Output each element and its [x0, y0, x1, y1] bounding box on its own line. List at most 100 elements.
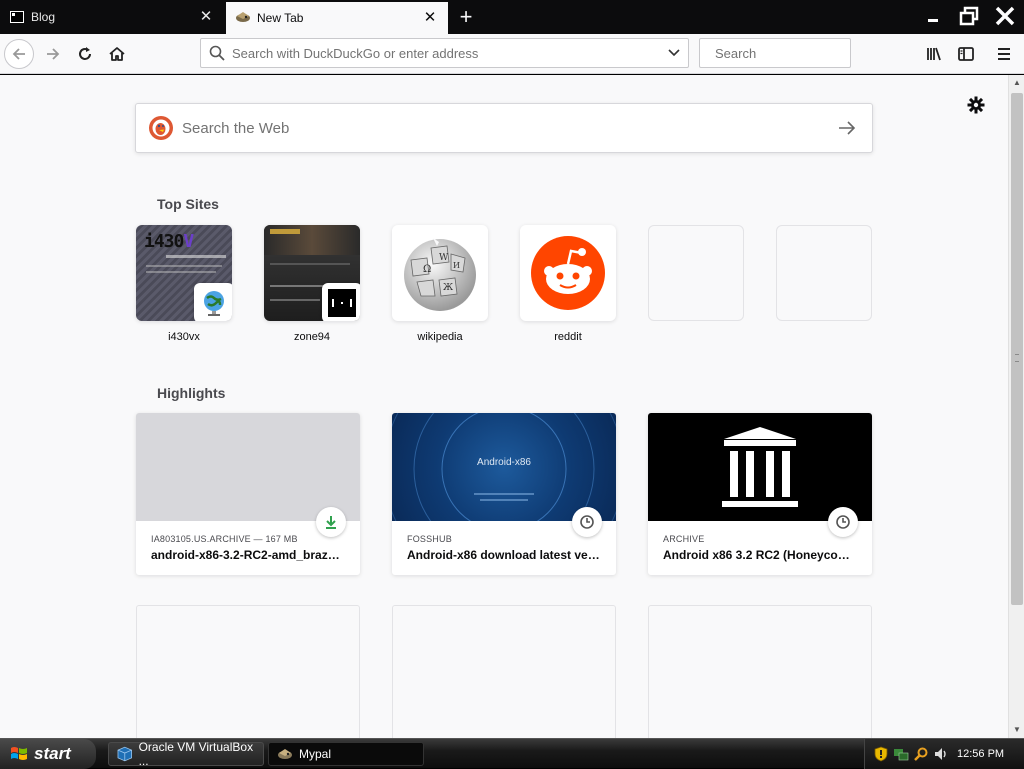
hamburger-menu-icon: [998, 48, 1010, 60]
card-source: IA803105.US.ARCHIVE — 167 MB: [151, 534, 298, 544]
tab-title: New Tab: [257, 11, 304, 25]
library-button[interactable]: [920, 40, 948, 68]
arrow-right-icon: [47, 48, 60, 60]
reload-button[interactable]: [70, 39, 100, 69]
close-window-icon: [995, 6, 1015, 26]
site-thumbnail: i430V: [136, 225, 232, 321]
start-label: start: [34, 744, 71, 763]
preferences-button[interactable]: [966, 95, 986, 115]
taskbar-item-label: Oracle VM VirtualBox ...: [138, 740, 254, 768]
scrollbar-thumb[interactable]: [1011, 93, 1023, 605]
address-input[interactable]: [226, 45, 660, 61]
tab-strip: Blog ✕ New Tab ✕ +: [0, 0, 1024, 34]
minimize-button[interactable]: [916, 2, 950, 30]
top-site-placeholder: [776, 225, 872, 321]
tab-title: Blog: [31, 10, 56, 24]
close-window-button[interactable]: [988, 2, 1022, 30]
top-site-label: reddit: [554, 331, 582, 343]
highlight-placeholder: [648, 605, 872, 738]
sidebar-icon: [958, 47, 974, 61]
clock-icon: [580, 515, 594, 529]
network-icon[interactable]: [893, 746, 909, 762]
navigation-toolbar: [0, 34, 1024, 74]
card-title: android-x86-3.2-RC2-amd_brazos.iso: [151, 548, 347, 562]
visited-badge: [572, 507, 602, 537]
highlight-placeholder: [136, 605, 360, 738]
home-button[interactable]: [102, 39, 132, 69]
internet-archive-icon: [722, 427, 798, 507]
download-icon: [326, 516, 336, 529]
library-icon: [927, 47, 941, 61]
reddit-alien-icon: [531, 236, 605, 310]
globe-icon: [194, 283, 232, 321]
search-bar[interactable]: [699, 38, 891, 68]
mypal-favicon-icon: [236, 12, 250, 22]
virtualbox-icon: [117, 746, 132, 762]
card-title: Android-x86 download latest version: [407, 548, 603, 562]
taskbar-item-virtualbox[interactable]: Oracle VM VirtualBox ...: [108, 740, 264, 768]
start-button[interactable]: start: [0, 739, 96, 769]
card-preview-image: [136, 413, 360, 521]
top-site-tile[interactable]: Ω W И Ж wikipedia: [392, 225, 488, 343]
site-thumbnail: Ω W И Ж: [392, 225, 488, 321]
close-tab-icon[interactable]: ✕: [422, 10, 438, 26]
svg-text:Ж: Ж: [443, 283, 453, 293]
search-icon[interactable]: [913, 746, 929, 762]
card-source: ARCHIVE: [663, 534, 705, 544]
top-site-label: i430vx: [168, 331, 200, 343]
highlight-card[interactable]: Android-x86 FOSSHUB Android-x86 download…: [392, 413, 616, 575]
web-search-box[interactable]: [135, 103, 873, 153]
chevron-down-icon: [668, 49, 680, 57]
gear-icon: [967, 96, 985, 114]
duckduckgo-icon: [149, 116, 173, 140]
download-badge: [316, 507, 346, 537]
taskbar-clock[interactable]: 12:56 PM: [957, 748, 1004, 760]
system-tray: 12:56 PM: [864, 739, 1024, 769]
back-button[interactable]: [4, 39, 34, 69]
card-preview-image: Android-x86: [392, 413, 616, 521]
speaker-icon[interactable]: [933, 746, 949, 762]
vertical-scrollbar[interactable]: ▲ ▼: [1008, 75, 1024, 738]
forward-button[interactable]: [38, 39, 68, 69]
mypal-icon: [278, 749, 292, 759]
address-bar[interactable]: [200, 38, 689, 68]
highlight-card[interactable]: ARCHIVE Android x86 3.2 RC2 (Honeycomb): [648, 413, 872, 575]
close-tab-icon[interactable]: ✕: [198, 9, 214, 25]
empty-tile: [648, 225, 744, 321]
blog-favicon-icon: [10, 11, 24, 23]
highlight-card[interactable]: IA803105.US.ARCHIVE — 167 MB android-x86…: [136, 413, 360, 575]
scroll-up-arrow-icon[interactable]: ▲: [1011, 77, 1023, 89]
reload-icon: [79, 47, 91, 60]
wikipedia-globe-icon: Ω W И Ж: [404, 238, 476, 311]
empty-tile: [776, 225, 872, 321]
card-image-caption: Android-x86: [477, 457, 531, 468]
top-sites-heading: Top Sites: [157, 196, 219, 212]
search-icon: [209, 45, 225, 61]
top-site-placeholder: [648, 225, 744, 321]
top-site-tile[interactable]: i430V i430vx: [136, 225, 232, 343]
taskbar-item-label: Mypal: [299, 747, 332, 761]
scroll-down-arrow-icon[interactable]: ▼: [1011, 724, 1023, 736]
top-site-label: wikipedia: [417, 331, 463, 343]
top-site-tile[interactable]: zone94: [264, 225, 360, 343]
card-title: Android x86 3.2 RC2 (Honeycomb): [663, 548, 859, 562]
minimize-icon: [928, 19, 938, 22]
web-search-submit-button[interactable]: [822, 120, 872, 136]
taskbar-item-mypal[interactable]: Mypal: [268, 742, 424, 766]
tab-blog[interactable]: Blog ✕: [0, 2, 224, 32]
address-dropdown-button[interactable]: [660, 48, 688, 58]
home-icon: [109, 47, 125, 61]
web-search-input[interactable]: [174, 119, 822, 137]
top-site-label: zone94: [293, 331, 331, 343]
top-site-tile[interactable]: reddit: [520, 225, 616, 343]
search-input[interactable]: [707, 45, 891, 61]
menu-button[interactable]: [990, 40, 1018, 68]
arrow-right-icon: [839, 121, 856, 135]
sidebar-button[interactable]: [952, 40, 980, 68]
new-tab-button[interactable]: +: [452, 3, 480, 31]
new-tab-page: Top Sites i430V i430vx zone94: [0, 75, 1008, 738]
tab-new-tab[interactable]: New Tab ✕: [226, 2, 448, 34]
svg-text:Ω: Ω: [423, 264, 431, 275]
security-shield-icon[interactable]: [873, 746, 889, 762]
restore-button[interactable]: [952, 2, 986, 30]
